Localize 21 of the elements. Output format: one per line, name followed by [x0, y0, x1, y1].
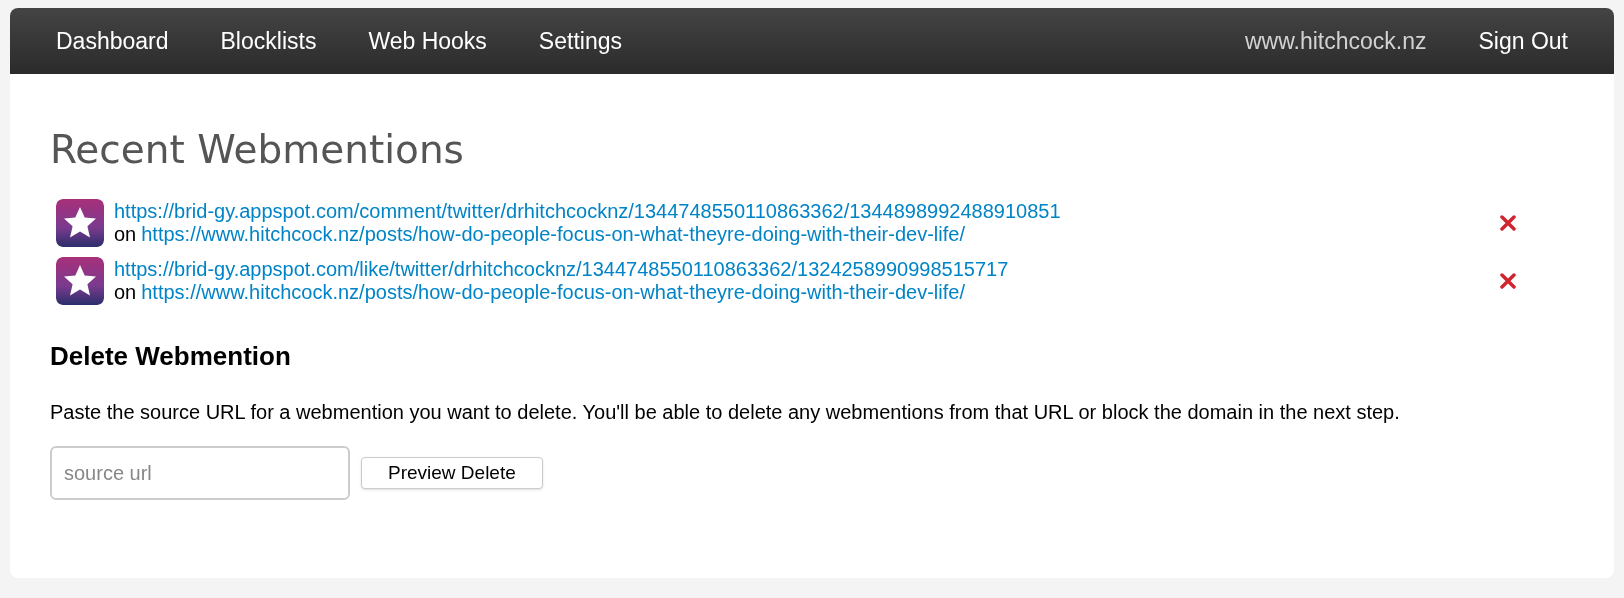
section-heading: Delete Webmention — [50, 340, 292, 373]
nav-link[interactable]: Web Hooks — [368, 23, 487, 59]
on-label: on — [114, 281, 137, 304]
site-link[interactable]: www.hitchcock.nz — [1245, 23, 1427, 59]
description-text: Paste the source URL for a webmention you want to delete. You'll be able to delete any webmentions from that URL or block the domain in the next step. — [50, 400, 1401, 424]
delete-icon[interactable] — [1500, 215, 1516, 231]
on-label: on — [114, 223, 137, 246]
nav-link[interactable]: Settings — [538, 23, 622, 59]
source-url-field[interactable]: source url — [50, 446, 350, 500]
sign-out-link[interactable]: Sign Out — [1478, 23, 1568, 59]
nav-link[interactable]: Dashboard — [56, 23, 169, 59]
target-link[interactable]: https://www.hitchcock.nz/posts/how-do-people-focus-on-what-theyre-doing-with-their-dev-life/ — [141, 223, 965, 246]
nav-link[interactable]: Blocklists — [220, 23, 317, 59]
preview-delete-button[interactable]: Preview Delete — [361, 457, 543, 489]
delete-icon[interactable] — [1500, 273, 1516, 289]
source-link[interactable]: https://brid-gy.appspot.com/comment/twitter/drhitchcocknz/1344748550110863362/1344898992488910851 — [114, 200, 1061, 222]
page-heading: Recent Webmentions — [50, 130, 465, 169]
star-avatar-icon — [56, 199, 104, 247]
source-link[interactable]: https://brid-gy.appspot.com/like/twitter/drhitchcocknz/1344748550110863362/1324258990998515717 — [114, 258, 1009, 280]
star-avatar-icon — [56, 257, 104, 305]
target-link[interactable]: https://www.hitchcock.nz/posts/how-do-people-focus-on-what-theyre-doing-with-their-dev-life/ — [141, 281, 965, 304]
